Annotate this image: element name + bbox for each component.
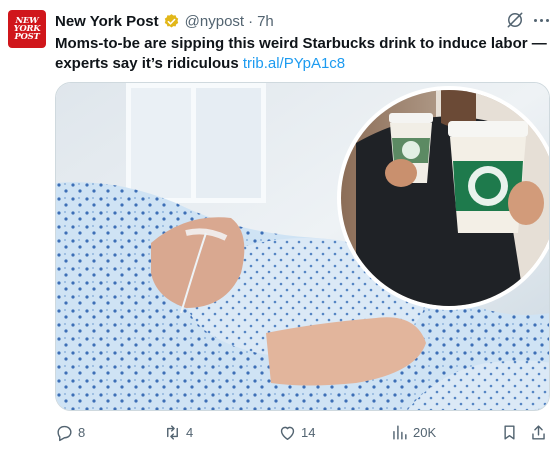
action-bar: 8 4 14 20K [55,420,550,444]
repost-button[interactable]: 4 [163,420,193,444]
author-handle[interactable]: @nypost [185,13,244,30]
post-link[interactable]: trib.al/PYpA1c8 [243,55,345,72]
grok-icon[interactable] [505,10,525,30]
timestamp[interactable]: 7h [257,13,274,30]
repost-count: 4 [186,424,194,440]
bookmark-button[interactable] [500,420,519,444]
author-name[interactable]: New York Post [55,13,159,30]
share-button[interactable] [529,420,548,444]
like-icon [280,426,295,440]
more-icon[interactable] [530,10,552,30]
separator-dot: · [248,12,254,30]
views-icon [393,424,407,440]
avatar[interactable]: NEW YORK POST [8,10,46,48]
avatar-logo-text: NEW YORK POST [13,16,41,42]
like-button[interactable]: 14 [278,420,315,444]
repost-icon [167,424,178,440]
views-count: 20K [413,424,437,440]
reply-count: 8 [78,424,86,440]
share-icon [532,424,545,440]
reply-button[interactable]: 8 [55,420,85,444]
post-header: New York Post @nypost · 7h [55,11,274,31]
post-image[interactable] [55,82,550,411]
reply-icon [57,425,72,441]
views-button[interactable]: 20K [390,420,436,444]
like-count: 14 [301,424,316,440]
post-text-block: Moms-to-be are sipping this weird Starbu… [55,34,550,74]
verified-badge-icon [164,13,178,28]
bookmark-icon [504,424,515,440]
hospital-starbucks-photo [56,83,549,410]
